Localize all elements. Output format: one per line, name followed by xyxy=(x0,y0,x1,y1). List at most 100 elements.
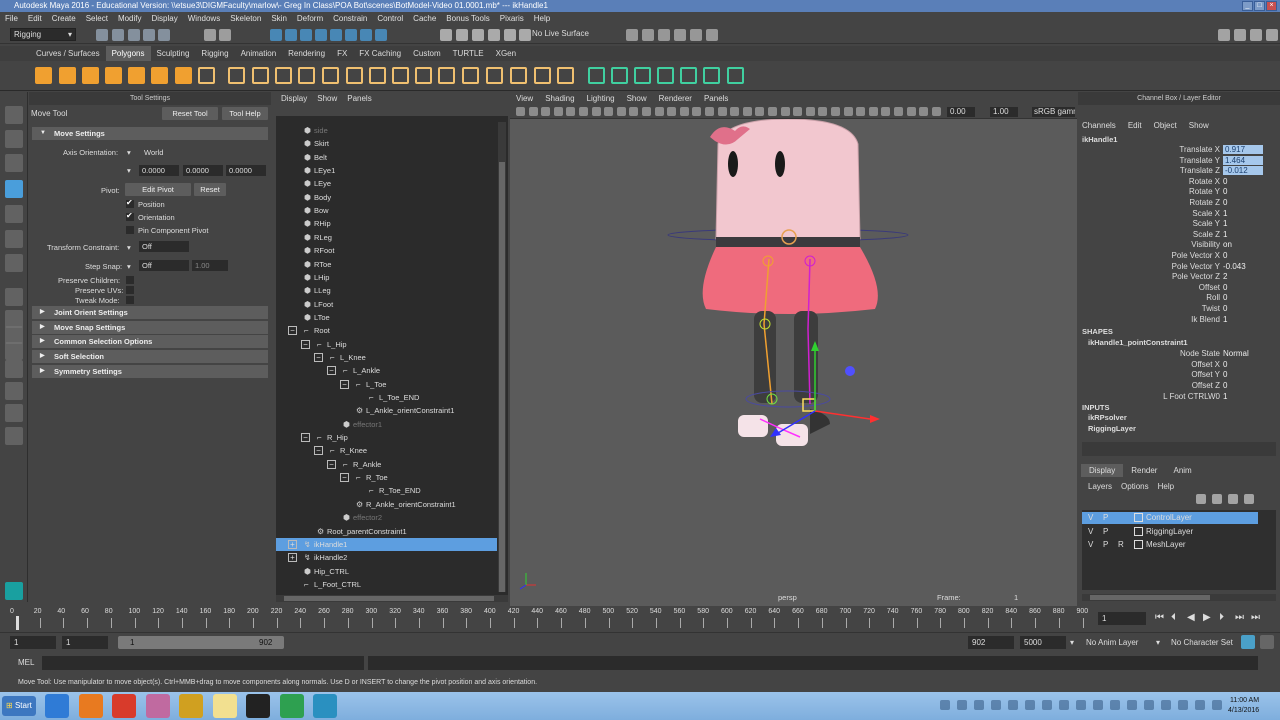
shelf-tab-rendering[interactable]: Rendering xyxy=(282,46,331,61)
layer-row[interactable]: V P RiggingLayer xyxy=(1082,526,1258,538)
outliner-item[interactable]: ⌐ L_Toe xyxy=(356,378,386,391)
tool-icon[interactable] xyxy=(5,342,23,360)
viewport-tool-icon[interactable] xyxy=(831,107,840,116)
outliner-item[interactable]: ⌐ L_Toe_END xyxy=(369,391,419,404)
axis-value-x[interactable]: 0.0000 xyxy=(139,165,179,176)
shape-attr-value[interactable]: 1 xyxy=(1223,392,1227,401)
outliner-item[interactable]: ⬢ RFoot xyxy=(304,244,334,257)
tray-icon[interactable] xyxy=(957,700,967,710)
channel-attr-value[interactable]: 0 xyxy=(1223,251,1227,260)
selected-object-name[interactable]: ikHandle1 xyxy=(1082,135,1117,144)
poly-shelf-icon[interactable] xyxy=(175,67,192,84)
poly-shelf-icon[interactable] xyxy=(634,67,651,84)
shape-attr-value[interactable]: 0 xyxy=(1223,360,1227,369)
statusline-tool-icon[interactable] xyxy=(219,29,231,41)
reset-tool-button[interactable]: Reset Tool xyxy=(162,107,218,120)
viewport-tool-icon[interactable] xyxy=(591,107,601,116)
layer-color-swatch[interactable] xyxy=(1134,513,1143,522)
render-icon[interactable] xyxy=(690,29,702,41)
tray-icon[interactable] xyxy=(1059,700,1069,710)
viewport-tool-icon[interactable] xyxy=(553,107,563,116)
viewport-tool-icon[interactable] xyxy=(516,107,525,116)
exposure-field[interactable]: 0.00 xyxy=(947,107,975,117)
layer-tool-icon[interactable] xyxy=(1228,494,1238,504)
reset-pivot-button[interactable]: Reset xyxy=(194,183,226,196)
panel-toggle-icon[interactable] xyxy=(1250,29,1262,41)
move-settings-section[interactable]: Move Settings xyxy=(32,127,268,140)
tray-icon[interactable] xyxy=(1093,700,1103,710)
statusline-tool-icon[interactable] xyxy=(204,29,216,41)
playhead[interactable] xyxy=(16,616,19,630)
colorspace-field[interactable]: sRGB gamma xyxy=(1032,107,1075,117)
viewport-menu-panels[interactable]: Panels xyxy=(698,94,734,103)
outliner-item[interactable]: ⚙ R_Ankle_orientConstraint1 xyxy=(356,498,456,511)
shape-attr-value[interactable]: Normal xyxy=(1223,349,1249,358)
mel-label[interactable]: MEL xyxy=(18,658,34,667)
tray-icon[interactable] xyxy=(1110,700,1120,710)
poly-shelf-icon[interactable] xyxy=(198,67,215,84)
viewport-tool-icon[interactable] xyxy=(894,107,903,116)
shelf-tab-turtle[interactable]: TURTLE xyxy=(447,46,490,61)
collapse-icon[interactable]: − xyxy=(314,352,323,362)
current-frame-field[interactable]: 1 xyxy=(1098,612,1146,625)
poly-shelf-icon[interactable] xyxy=(657,67,674,84)
shelf-tab-custom[interactable]: Custom xyxy=(407,46,447,61)
shape-attr-value[interactable]: 0 xyxy=(1223,381,1227,390)
channel-menu-object[interactable]: Object xyxy=(1154,121,1177,130)
statusline-tool-icon[interactable] xyxy=(456,29,468,41)
layer-menu-options[interactable]: Options xyxy=(1121,482,1149,491)
taskbar-app-icon[interactable] xyxy=(145,694,170,718)
statusline-tool-icon[interactable] xyxy=(440,29,452,41)
statusline-tool-icon[interactable] xyxy=(96,29,108,41)
shelf-tab-fx[interactable]: FX xyxy=(331,46,353,61)
tray-icon[interactable] xyxy=(1042,700,1052,710)
outliner-item[interactable]: ⬢ side xyxy=(304,124,328,137)
outliner-item[interactable]: ⬢ Body xyxy=(304,191,331,204)
outliner-item[interactable]: ⬢ LToe xyxy=(304,311,330,324)
tray-icon[interactable] xyxy=(1212,700,1222,710)
outliner-item[interactable]: ↯ ikHandle1 xyxy=(304,538,347,551)
viewport-tool-icon[interactable] xyxy=(931,107,941,116)
collapse-icon[interactable]: − xyxy=(327,459,336,469)
tray-icon[interactable] xyxy=(1195,700,1205,710)
tray-icon[interactable] xyxy=(1025,700,1035,710)
axis-value-y[interactable]: 0.0000 xyxy=(183,165,223,176)
menu-constrain[interactable]: Constrain xyxy=(328,12,372,25)
input-node[interactable]: RiggingLayer xyxy=(1088,424,1136,433)
tray-icon[interactable] xyxy=(1127,700,1137,710)
tray-icon[interactable] xyxy=(1076,700,1086,710)
menu-select[interactable]: Select xyxy=(81,12,113,25)
outliner-item[interactable]: ⬢ Belt xyxy=(304,151,327,164)
statusline-tool-icon[interactable] xyxy=(143,29,155,41)
outliner-menu-show[interactable]: Show xyxy=(312,94,342,103)
collapse-icon[interactable]: − xyxy=(314,446,323,456)
channel-attr-value[interactable]: 1 xyxy=(1223,230,1227,239)
axis-orientation-value[interactable]: World xyxy=(144,148,163,157)
viewport-tool-icon[interactable] xyxy=(717,107,727,116)
menu-help[interactable]: Help xyxy=(529,12,555,25)
layer-v-toggle[interactable]: V xyxy=(1088,540,1093,549)
viewport-tool-icon[interactable] xyxy=(755,107,765,116)
outliner-item[interactable]: ⬢ effector2 xyxy=(343,511,382,524)
panel-toggle-icon[interactable] xyxy=(1234,29,1246,41)
outliner-item[interactable]: ⬢ RHip xyxy=(304,217,331,230)
scrollbar-thumb[interactable] xyxy=(499,162,505,592)
viewport-menu-lighting[interactable]: Lighting xyxy=(581,94,621,103)
gamma-field[interactable]: 1.00 xyxy=(990,107,1018,117)
taskbar-app-icon[interactable] xyxy=(246,694,270,718)
tool-icon[interactable] xyxy=(5,360,23,378)
statusline-tool-icon[interactable] xyxy=(112,29,124,41)
viewport-menu-view[interactable]: View xyxy=(510,94,539,103)
tool-help-button[interactable]: Tool Help xyxy=(222,107,268,120)
outliner-hscrollbar[interactable] xyxy=(276,595,508,602)
outliner-item[interactable]: ⬢ LEye xyxy=(304,177,331,190)
tool-icon[interactable] xyxy=(5,230,23,248)
layer-color-swatch[interactable] xyxy=(1134,526,1143,536)
expand-icon[interactable]: + xyxy=(288,539,297,549)
collapse-icon[interactable]: − xyxy=(301,339,310,349)
layer-tab-anim[interactable]: Anim xyxy=(1165,464,1199,477)
outliner-item[interactable]: ⬢ effector1 xyxy=(343,418,382,431)
poly-shelf-icon[interactable] xyxy=(59,67,76,84)
tool-icon[interactable] xyxy=(5,154,23,172)
shelf-tab-curves-surfaces[interactable]: Curves / Surfaces xyxy=(30,46,106,61)
